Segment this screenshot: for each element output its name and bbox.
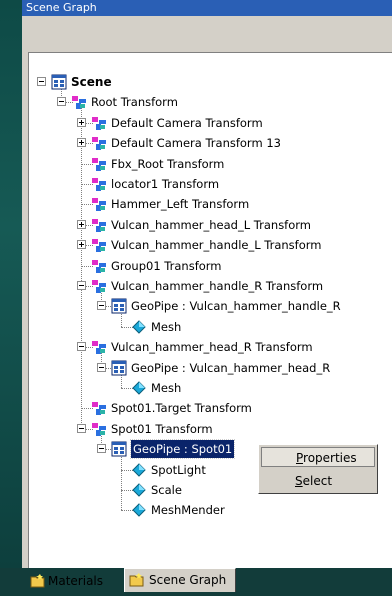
menu-item-label: Properties (296, 451, 357, 465)
collapse-icon[interactable] (37, 77, 46, 86)
transform-icon (91, 400, 107, 420)
tree-node[interactable]: Default Camera Transform (29, 114, 389, 132)
tree-node-label: Default Camera Transform (111, 115, 263, 130)
collapse-icon[interactable] (77, 281, 86, 290)
geopipe-icon (111, 298, 127, 318)
scene-graph-tab-icon (129, 572, 145, 595)
tree-node[interactable]: Vulcan_hammer_head_R Transform (29, 338, 389, 356)
transform-icon (91, 421, 107, 441)
tree-node[interactable]: locator1 Transform (29, 175, 389, 193)
transform-icon (91, 176, 107, 196)
tree-node-label: GeoPipe : Vulcan_hammer_head_R (131, 360, 331, 375)
tree-node-label: Root Transform (91, 95, 178, 110)
tree-node[interactable]: MeshMender (29, 501, 389, 519)
tab-scene-graph[interactable]: Scene Graph (124, 568, 236, 592)
tree-node-label: Vulcan_hammer_head_R Transform (111, 340, 313, 355)
tree-node-label: Mesh (151, 381, 182, 395)
tab-label: Materials (48, 574, 104, 588)
tree-node[interactable]: GeoPipe : Vulcan_hammer_head_R (29, 359, 389, 377)
tree-node[interactable]: Mesh (29, 379, 389, 397)
transform-icon (91, 115, 107, 135)
tree-node[interactable]: Default Camera Transform 13 (29, 134, 389, 152)
tab-label: Scene Graph (149, 573, 227, 587)
tree-node[interactable]: Group01 Transform (29, 257, 389, 275)
tree-node[interactable]: Vulcan_hammer_handle_L Transform (29, 236, 389, 254)
mesh-icon (131, 462, 147, 482)
transform-icon (91, 258, 107, 278)
tree-node[interactable]: Scene (29, 73, 389, 91)
transform-icon (91, 339, 107, 359)
tree-node[interactable]: Fbx_Root Transform (29, 155, 389, 173)
transform-icon (91, 156, 107, 176)
expand-icon[interactable] (77, 117, 86, 127)
window-title: Scene Graph (22, 0, 392, 16)
tree-node-label: locator1 Transform (111, 177, 220, 191)
tree-node-label: GeoPipe : Spot01 (129, 439, 236, 460)
geopipe-icon (111, 360, 127, 380)
tree-node-label: Spot01 Transform (111, 421, 213, 436)
menu-item-label: Select (295, 474, 333, 488)
tree-node-label: Vulcan_hammer_head_L Transform (111, 217, 311, 232)
tree-node[interactable]: Hammer_Left Transform (29, 195, 389, 213)
tree-node-label: Fbx_Root Transform (111, 156, 225, 171)
transform-icon (71, 94, 87, 114)
tree-node[interactable]: Root Transform (29, 93, 389, 111)
tree-node[interactable]: Vulcan_hammer_handle_R Transform (29, 277, 389, 295)
tree-node-label: Vulcan_hammer_handle_L Transform (111, 238, 322, 253)
tree-node-label: MeshMender (151, 503, 225, 518)
tree-node-label: Scene (71, 75, 112, 89)
collapse-icon[interactable] (77, 342, 86, 352)
collapse-icon[interactable] (97, 301, 106, 311)
tab-materials[interactable]: Materials (26, 570, 122, 592)
expand-icon[interactable] (77, 138, 86, 148)
tree-node[interactable]: Vulcan_hammer_head_L Transform (29, 216, 389, 234)
tree-node[interactable]: Spot01.Target Transform (29, 399, 389, 417)
transform-icon (91, 217, 107, 237)
tree-node-label: Spot01.Target Transform (111, 401, 252, 416)
menu-item-select[interactable]: Select (261, 471, 375, 491)
menu-item-properties[interactable]: Properties (261, 447, 375, 467)
tree-node[interactable]: Mesh (29, 318, 389, 336)
tree-node-label: Mesh (151, 319, 182, 334)
mesh-icon (131, 502, 147, 522)
scene-icon (51, 74, 67, 94)
geopipe-icon (111, 441, 127, 461)
mesh-icon (131, 482, 147, 502)
mesh-icon (131, 380, 147, 400)
expand-icon[interactable] (77, 240, 86, 250)
tree-node-label: Hammer_Left Transform (111, 197, 250, 212)
transform-icon (91, 196, 107, 216)
tree-node-label: Vulcan_hammer_handle_R Transform (111, 279, 324, 293)
tree-node-label: Group01 Transform (111, 258, 222, 273)
tree-node-label: GeoPipe : Vulcan_hammer_handle_R (131, 299, 341, 314)
tree-node-label: Scale (151, 483, 182, 497)
transform-icon (91, 135, 107, 155)
expand-icon[interactable] (77, 219, 86, 229)
transform-icon (91, 237, 107, 257)
transform-icon (91, 278, 107, 298)
collapse-icon[interactable] (97, 444, 106, 454)
collapse-icon[interactable] (77, 423, 86, 433)
tree-node[interactable]: Spot01 Transform (29, 420, 389, 438)
collapse-icon[interactable] (97, 362, 106, 372)
collapse-icon[interactable] (57, 97, 66, 107)
tree-node-label: SpotLight (151, 462, 206, 477)
materials-icon (30, 573, 46, 596)
tree-node[interactable]: GeoPipe : Vulcan_hammer_handle_R (29, 297, 389, 315)
mesh-icon (131, 319, 147, 339)
context-menu: Properties Select (258, 444, 378, 494)
tree-node-label: Default Camera Transform 13 (111, 136, 281, 151)
